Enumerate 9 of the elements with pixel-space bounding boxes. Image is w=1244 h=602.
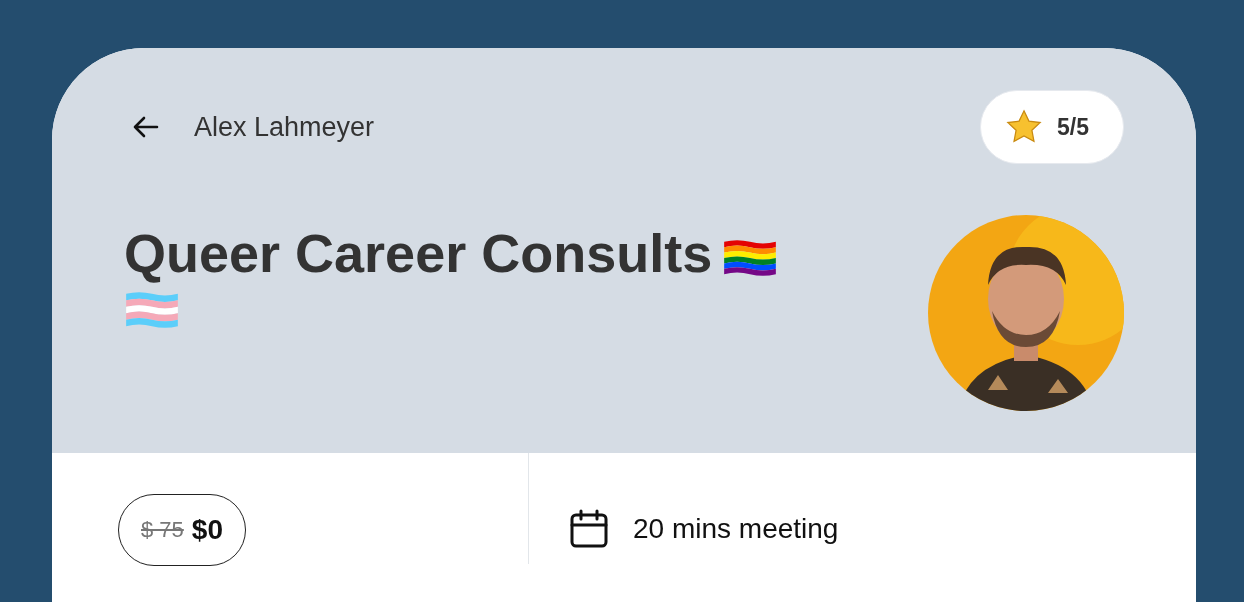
old-price: $ 75 [141, 517, 184, 543]
host-name: Alex Lahmeyer [194, 111, 375, 143]
rating-badge: 5/5 [980, 90, 1124, 164]
meeting-duration: 20 mins meeting [633, 513, 839, 545]
calendar-icon [569, 509, 609, 549]
page-title: Queer Career Consults [124, 216, 884, 290]
current-price: $0 [191, 514, 223, 546]
striped-flag-icon [124, 290, 180, 330]
rainbow-flag-icon [722, 237, 779, 278]
